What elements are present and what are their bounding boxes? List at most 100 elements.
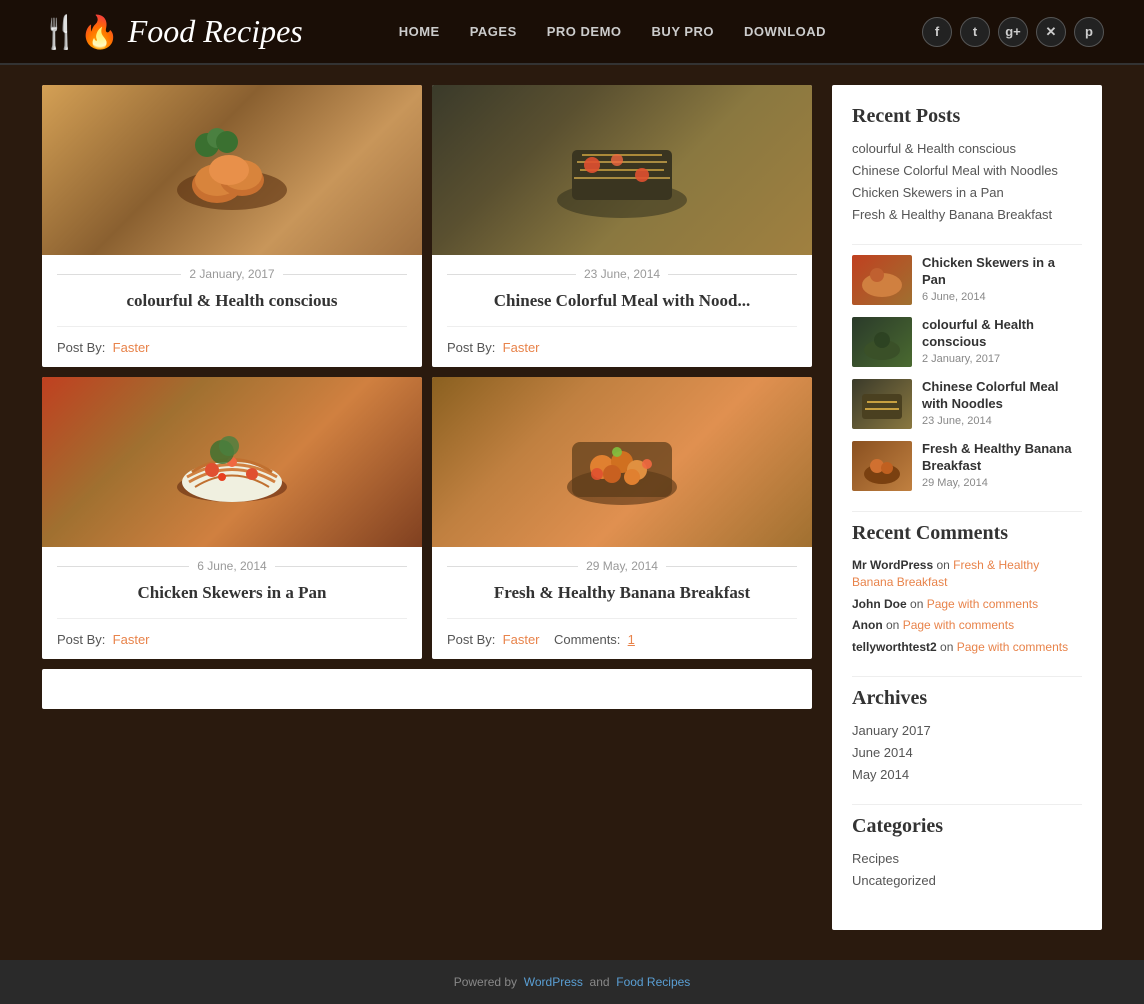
author-link-3[interactable]: Faster bbox=[113, 632, 150, 647]
sidebar-divider-3 bbox=[852, 676, 1082, 677]
post-title-2[interactable]: Chinese Colorful Meal with Nood... bbox=[432, 286, 812, 321]
post-author-3: Post By: Faster bbox=[42, 624, 422, 659]
site-logo[interactable]: 🍴🔥 Food Recipes bbox=[40, 13, 303, 51]
social-icons-group: f t g+ ✕ p bbox=[922, 17, 1104, 47]
recent-link-1[interactable]: colourful & Health conscious bbox=[852, 141, 1016, 156]
author-link-4[interactable]: Faster bbox=[503, 632, 540, 647]
comment-author-3: Anon bbox=[852, 618, 883, 632]
post-author-1: Post By: Faster bbox=[42, 332, 422, 367]
recent-post-title-4[interactable]: Fresh & Healthy Banana Breakfast bbox=[922, 441, 1082, 475]
pinterest-icon[interactable]: p bbox=[1074, 17, 1104, 47]
post-by-label-2: Post By: bbox=[447, 340, 495, 355]
sidebar-categories: Categories Recipes Uncategorized bbox=[852, 815, 1082, 890]
nav-pro-demo[interactable]: PRO DEMO bbox=[547, 24, 622, 39]
comment-author-1: Mr WordPress bbox=[852, 558, 933, 572]
post-card-3[interactable]: 6 June, 2014 Chicken Skewers in a Pan Po… bbox=[42, 377, 422, 659]
post-date-1: 2 January, 2017 bbox=[189, 267, 274, 281]
post-meta-2: 23 June, 2014 bbox=[432, 255, 812, 286]
main-wrapper: 2 January, 2017 colourful & Health consc… bbox=[22, 65, 1122, 960]
list-item: Chicken Skewers in a Pan bbox=[852, 184, 1082, 202]
recent-post-item-2: colourful & Health conscious 2 January, … bbox=[852, 317, 1082, 367]
post-by-label-4: Post By: bbox=[447, 632, 495, 647]
post-card-4[interactable]: 29 May, 2014 Fresh & Healthy Banana Brea… bbox=[432, 377, 812, 659]
recent-thumb-3 bbox=[852, 379, 912, 429]
author-link-1[interactable]: Faster bbox=[113, 340, 150, 355]
footer-wordpress-link[interactable]: WordPress bbox=[524, 975, 583, 989]
post-divider-4 bbox=[447, 618, 797, 619]
list-item: January 2017 bbox=[852, 722, 1082, 740]
post-card-2[interactable]: 23 June, 2014 Chinese Colorful Meal with… bbox=[432, 85, 812, 367]
recent-post-title-1[interactable]: Chicken Skewers in a Pan bbox=[922, 255, 1082, 289]
recent-comments-title: Recent Comments bbox=[852, 522, 1082, 545]
comments-count-4[interactable]: 1 bbox=[628, 632, 635, 647]
author-link-2[interactable]: Faster bbox=[503, 340, 540, 355]
recent-post-title-2[interactable]: colourful & Health conscious bbox=[922, 317, 1082, 351]
comment-link-2[interactable]: Page with comments bbox=[927, 597, 1038, 611]
recent-post-info-1: Chicken Skewers in a Pan 6 June, 2014 bbox=[922, 255, 1082, 303]
post-image-3 bbox=[42, 377, 422, 547]
sidebar-recent-posts: Recent Posts colourful & Health consciou… bbox=[852, 105, 1082, 224]
meta-line-right-3 bbox=[275, 566, 407, 567]
footer-and: and bbox=[590, 975, 610, 989]
list-item: Recipes bbox=[852, 850, 1082, 868]
post-card[interactable]: 2 January, 2017 colourful & Health consc… bbox=[42, 85, 422, 367]
list-item: Fresh & Healthy Banana Breakfast bbox=[852, 206, 1082, 224]
post-by-label-3: Post By: bbox=[57, 632, 105, 647]
meta-line-right-2 bbox=[668, 274, 797, 275]
post-title-1[interactable]: colourful & Health conscious bbox=[42, 286, 422, 321]
post-meta-1: 2 January, 2017 bbox=[42, 255, 422, 286]
nav-download[interactable]: DOWNLOAD bbox=[744, 24, 826, 39]
content-area: 2 January, 2017 colourful & Health consc… bbox=[42, 85, 812, 709]
list-item: Chinese Colorful Meal with Noodles bbox=[852, 162, 1082, 180]
meta-line-left bbox=[57, 274, 181, 275]
twitter-icon[interactable]: t bbox=[960, 17, 990, 47]
archive-link-1[interactable]: January 2017 bbox=[852, 723, 931, 738]
category-link-1[interactable]: Recipes bbox=[852, 851, 899, 866]
logo-text: Food Recipes bbox=[128, 13, 303, 50]
pagination-bar bbox=[42, 669, 812, 709]
category-link-2[interactable]: Uncategorized bbox=[852, 873, 936, 888]
recent-thumb-2 bbox=[852, 317, 912, 367]
comment-item-3: Anon on Page with comments bbox=[852, 617, 1082, 634]
comment-item-4: tellyworthtest2 on Page with comments bbox=[852, 639, 1082, 656]
footer-theme-link[interactable]: Food Recipes bbox=[616, 975, 690, 989]
archive-link-2[interactable]: June 2014 bbox=[852, 745, 913, 760]
archive-link-3[interactable]: May 2014 bbox=[852, 767, 909, 782]
nav-home[interactable]: HOME bbox=[399, 24, 440, 39]
recent-post-title-3[interactable]: Chinese Colorful Meal with Noodles bbox=[922, 379, 1082, 413]
comment-link-3[interactable]: Page with comments bbox=[903, 618, 1014, 632]
post-title-4[interactable]: Fresh & Healthy Banana Breakfast bbox=[432, 578, 812, 613]
footer: Powered by WordPress and Food Recipes bbox=[0, 960, 1144, 1004]
comment-on-1: on bbox=[936, 558, 953, 572]
rss-icon[interactable]: ✕ bbox=[1036, 17, 1066, 47]
post-image-1 bbox=[42, 85, 422, 255]
recent-post-items: Chicken Skewers in a Pan 6 June, 2014 co… bbox=[852, 255, 1082, 491]
post-image-4 bbox=[432, 377, 812, 547]
facebook-icon[interactable]: f bbox=[922, 17, 952, 47]
comment-link-4[interactable]: Page with comments bbox=[957, 640, 1068, 654]
recent-post-info-2: colourful & Health conscious 2 January, … bbox=[922, 317, 1082, 365]
post-divider-1 bbox=[57, 326, 407, 327]
recent-post-date-3: 23 June, 2014 bbox=[922, 415, 1082, 427]
post-title-3[interactable]: Chicken Skewers in a Pan bbox=[42, 578, 422, 613]
nav-buy-pro[interactable]: BUY PRO bbox=[652, 24, 715, 39]
category-list: Recipes Uncategorized bbox=[852, 850, 1082, 890]
archives-title: Archives bbox=[852, 687, 1082, 710]
recent-posts-title: Recent Posts bbox=[852, 105, 1082, 128]
recent-post-info-3: Chinese Colorful Meal with Noodles 23 Ju… bbox=[922, 379, 1082, 427]
recent-link-3[interactable]: Chicken Skewers in a Pan bbox=[852, 185, 1004, 200]
recent-link-2[interactable]: Chinese Colorful Meal with Noodles bbox=[852, 163, 1058, 178]
post-divider-3 bbox=[57, 618, 407, 619]
post-author-4: Post By: Faster Comments: 1 bbox=[432, 624, 812, 659]
nav-pages[interactable]: PAGES bbox=[470, 24, 517, 39]
google-plus-icon[interactable]: g+ bbox=[998, 17, 1028, 47]
comment-item-2: John Doe on Page with comments bbox=[852, 596, 1082, 613]
meta-line-right-4 bbox=[666, 566, 797, 567]
recent-link-4[interactable]: Fresh & Healthy Banana Breakfast bbox=[852, 207, 1052, 222]
recent-post-info-4: Fresh & Healthy Banana Breakfast 29 May,… bbox=[922, 441, 1082, 489]
meta-line-left-2 bbox=[447, 274, 576, 275]
recent-post-item-1: Chicken Skewers in a Pan 6 June, 2014 bbox=[852, 255, 1082, 305]
comments-label-4: Comments: bbox=[554, 632, 620, 647]
recent-post-date-1: 6 June, 2014 bbox=[922, 291, 1082, 303]
post-date-3: 6 June, 2014 bbox=[197, 559, 266, 573]
